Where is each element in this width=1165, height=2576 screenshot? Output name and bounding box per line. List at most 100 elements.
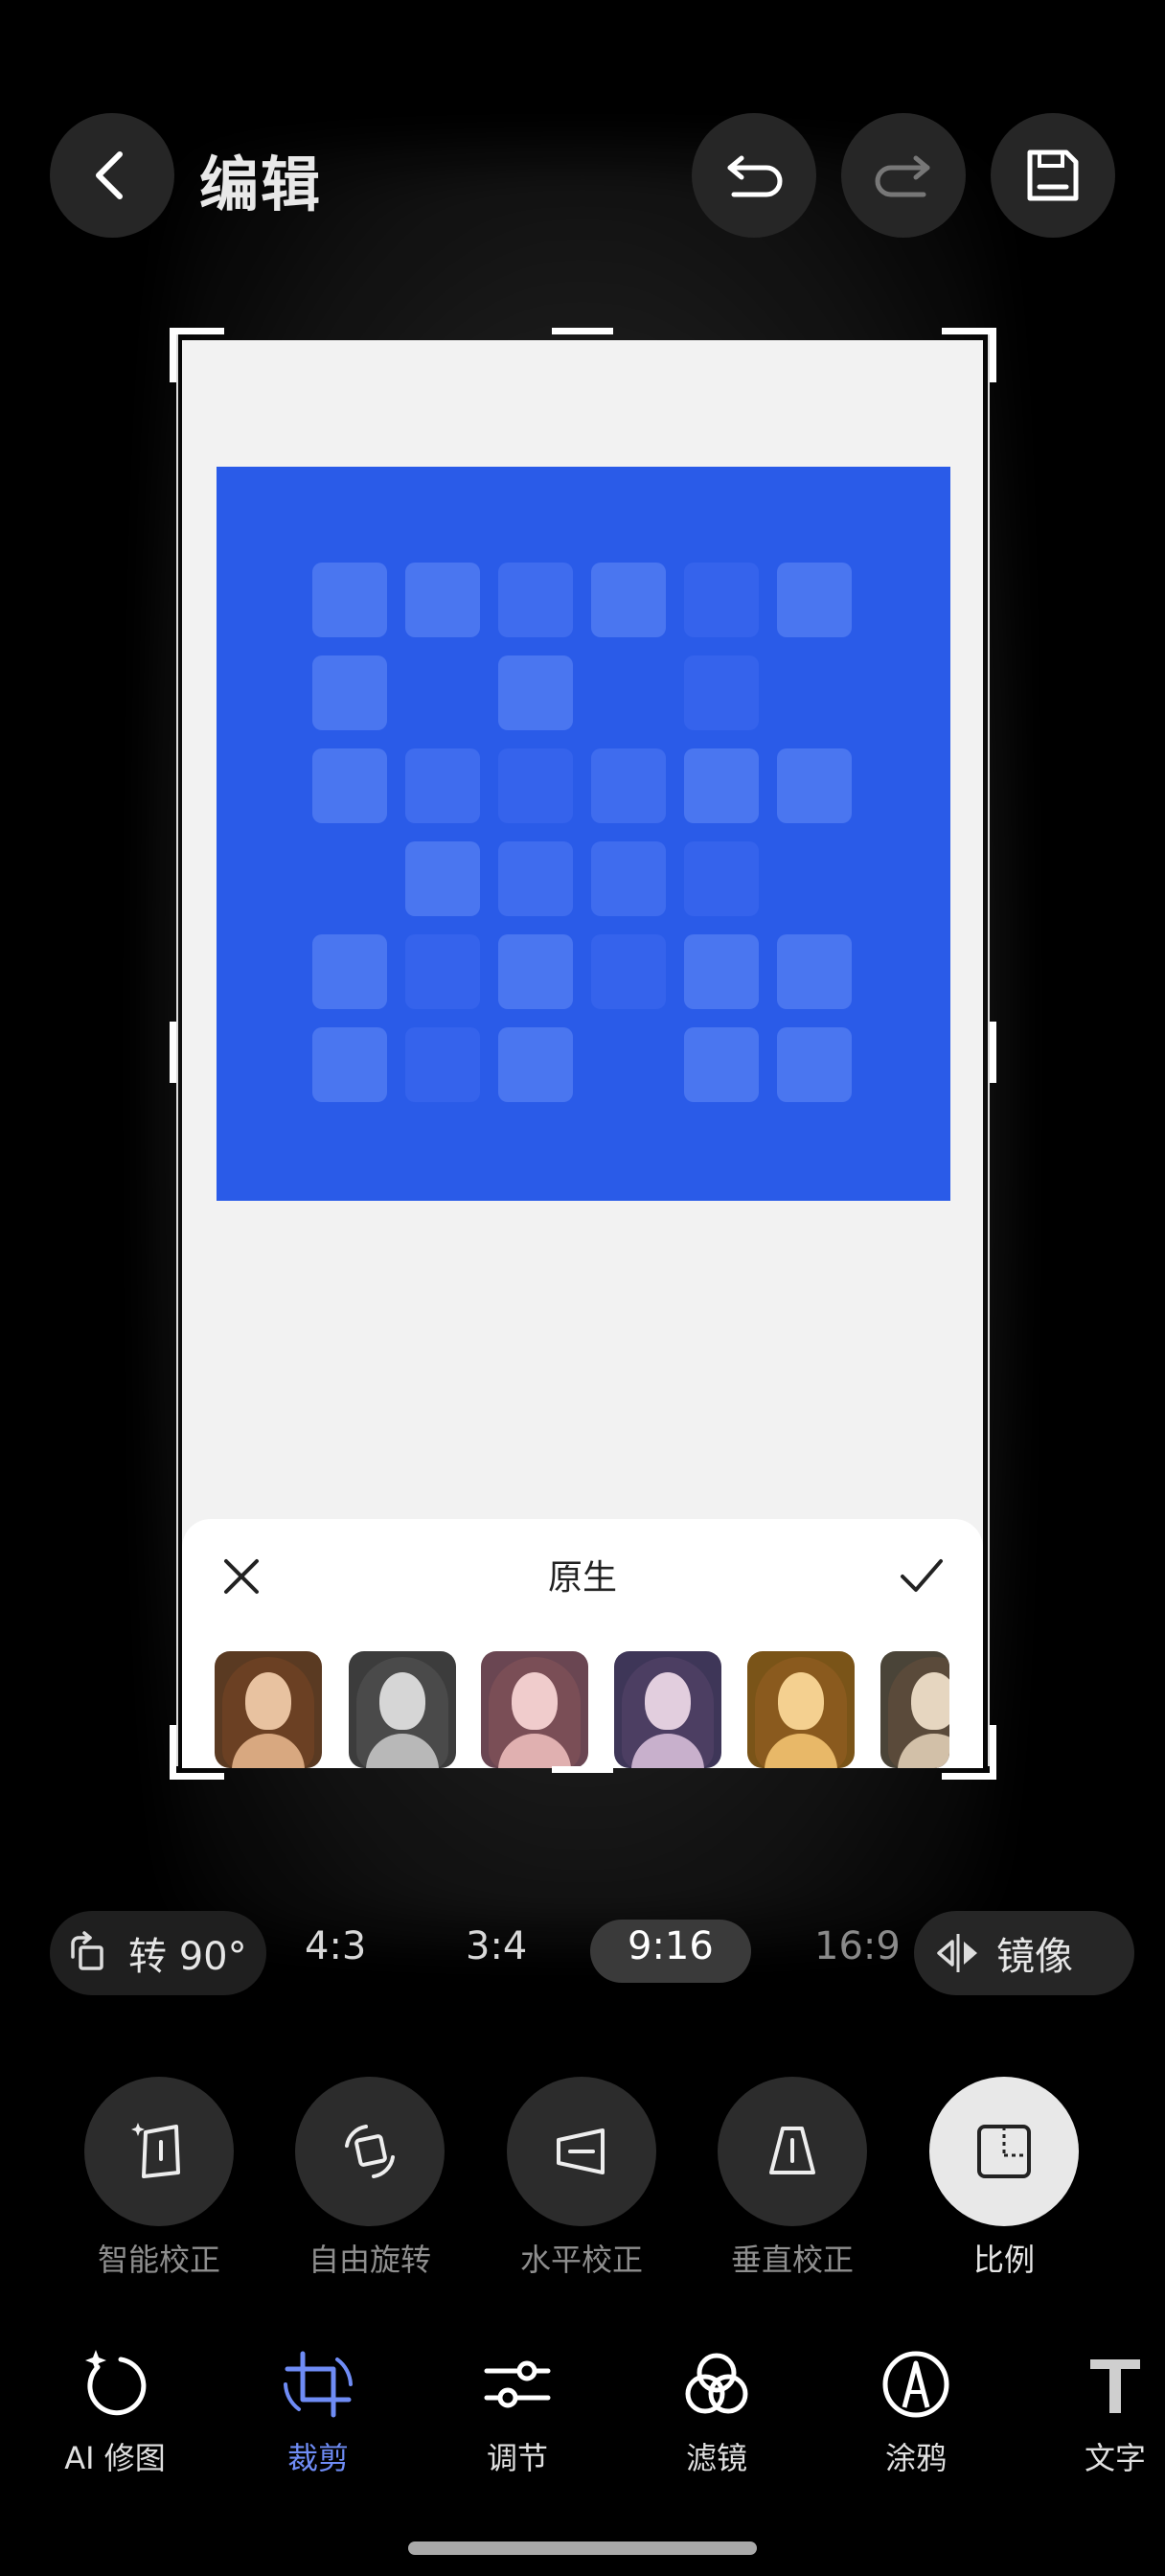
crop-handle-top[interactable]: [552, 328, 613, 334]
nav-label: 裁剪: [286, 2440, 349, 2476]
image-tile: [498, 656, 573, 730]
image-tile: [591, 563, 666, 637]
save-button[interactable]: [991, 113, 1115, 238]
image-tile: [684, 934, 759, 1009]
image-tile: [498, 748, 573, 823]
nav-doodle[interactable]: 涂鸦: [839, 2346, 993, 2478]
vertical-correct-icon: [769, 2127, 815, 2174]
rotate-icon: [71, 1931, 103, 1970]
image-tile: [591, 934, 666, 1009]
image-tile: [312, 563, 387, 637]
filter-thumbnail-4[interactable]: [614, 1651, 721, 1768]
tool-vertical-correct[interactable]: 垂直校正: [716, 2077, 869, 2280]
image-tile: [591, 841, 666, 916]
floppy-save-icon: [1027, 150, 1079, 201]
filter-thumbnail-2[interactable]: [349, 1651, 456, 1768]
filter-thumbnail-5[interactable]: [747, 1651, 855, 1768]
rotate-label: 转 90°: [128, 1935, 247, 1979]
image-tile: [591, 748, 666, 823]
image-tile: [684, 656, 759, 730]
vertical-correct-button[interactable]: [718, 2077, 867, 2226]
image-tile: [405, 841, 480, 916]
image-tile: [312, 748, 387, 823]
crop-border-right: [988, 334, 990, 1766]
filter-thumbnail-1[interactable]: [215, 1651, 322, 1768]
adjust-sliders-icon: [484, 2360, 551, 2408]
crop-handle-left[interactable]: [170, 1022, 176, 1083]
free-rotate-button[interactable]: [295, 2077, 445, 2226]
image-tile: [498, 841, 573, 916]
ratio-4-3[interactable]: 4:3: [305, 1924, 366, 1968]
filter-thumbnail-6[interactable]: [880, 1651, 949, 1768]
image-tile: [777, 1027, 852, 1102]
image-tile: [777, 748, 852, 823]
nav-filter[interactable]: 滤镜: [640, 2346, 793, 2478]
nav-ai-retouch[interactable]: AI 修图: [38, 2346, 192, 2478]
ratio-9-16[interactable]: 9:16: [628, 1924, 714, 1968]
tool-label: 智能校正: [97, 2242, 220, 2278]
smart-correct-button[interactable]: [84, 2077, 234, 2226]
crop-icon: [284, 2351, 353, 2418]
filter-sheet-title: 原生: [547, 1558, 617, 1598]
undo-button[interactable]: [692, 113, 816, 238]
blue-image: [217, 467, 950, 1201]
nav-text[interactable]: 文字: [1039, 2346, 1165, 2478]
tool-label: 比例: [972, 2242, 1035, 2278]
tool-free-rotate[interactable]: 自由旋转: [293, 2077, 446, 2280]
image-tile: [312, 656, 387, 730]
image-tile: [405, 748, 480, 823]
filter-thumbnail-3[interactable]: [481, 1651, 588, 1768]
nav-crop[interactable]: 裁剪: [241, 2346, 395, 2478]
crop-border-left: [176, 334, 178, 1766]
image-tile: [405, 934, 480, 1009]
ratio-3-4[interactable]: 3:4: [466, 1924, 527, 1968]
tool-label: 垂直校正: [730, 2242, 854, 2278]
image-tile: [684, 1027, 759, 1102]
crop-handle-right[interactable]: [990, 1022, 996, 1083]
rotate-90-button[interactable]: 转 90°: [50, 1911, 266, 1995]
ai-retouch-icon: [85, 2350, 147, 2416]
image-tile: [498, 934, 573, 1009]
edit-canvas[interactable]: 原生: [182, 340, 983, 1768]
confirm-button[interactable]: [899, 1555, 945, 1601]
filter-icon: [685, 2353, 748, 2414]
image-tile: [312, 934, 387, 1009]
chevron-left-icon: [96, 151, 123, 199]
undo-icon: [727, 155, 783, 197]
horizontal-correct-icon: [557, 2128, 605, 2174]
home-indicator[interactable]: [408, 2542, 757, 2555]
nav-label: 滤镜: [685, 2440, 747, 2476]
image-tile: [498, 563, 573, 637]
text-icon: [1090, 2359, 1140, 2413]
ratio-16-9[interactable]: 16:9: [814, 1924, 901, 1968]
mirror-flip-icon: [937, 1934, 977, 1972]
nav-label: 文字: [1084, 2440, 1146, 2476]
mirror-button[interactable]: 镜像: [914, 1911, 1134, 1995]
nav-label: 调节: [486, 2440, 548, 2476]
redo-icon: [875, 155, 930, 197]
tool-horizontal-correct[interactable]: 水平校正: [505, 2077, 658, 2280]
smart-correct-icon: [131, 2123, 180, 2178]
crop-handle-bottom[interactable]: [552, 1766, 613, 1773]
image-tile: [777, 934, 852, 1009]
redo-button[interactable]: [841, 113, 966, 238]
horizontal-correct-button[interactable]: [507, 2077, 656, 2226]
image-tile: [684, 748, 759, 823]
check-icon: [901, 1559, 943, 1592]
back-button[interactable]: [50, 113, 174, 238]
nav-label: AI 修图: [64, 2440, 166, 2476]
nav-adjust[interactable]: 调节: [441, 2346, 594, 2478]
ratio-button[interactable]: [929, 2077, 1079, 2226]
ratio-icon: [977, 2125, 1031, 2178]
tool-ratio[interactable]: 比例: [927, 2077, 1081, 2280]
doodle-pen-icon: [882, 2351, 949, 2418]
image-tile: [684, 563, 759, 637]
image-tile: [684, 841, 759, 916]
free-rotate-icon: [345, 2125, 395, 2178]
tool-label: 自由旋转: [308, 2242, 431, 2278]
image-tile: [498, 1027, 573, 1102]
image-tile: [405, 1027, 480, 1102]
image-tile: [312, 1027, 387, 1102]
page-title: 编辑: [199, 150, 323, 219]
tool-smart-correct[interactable]: 智能校正: [82, 2077, 236, 2280]
